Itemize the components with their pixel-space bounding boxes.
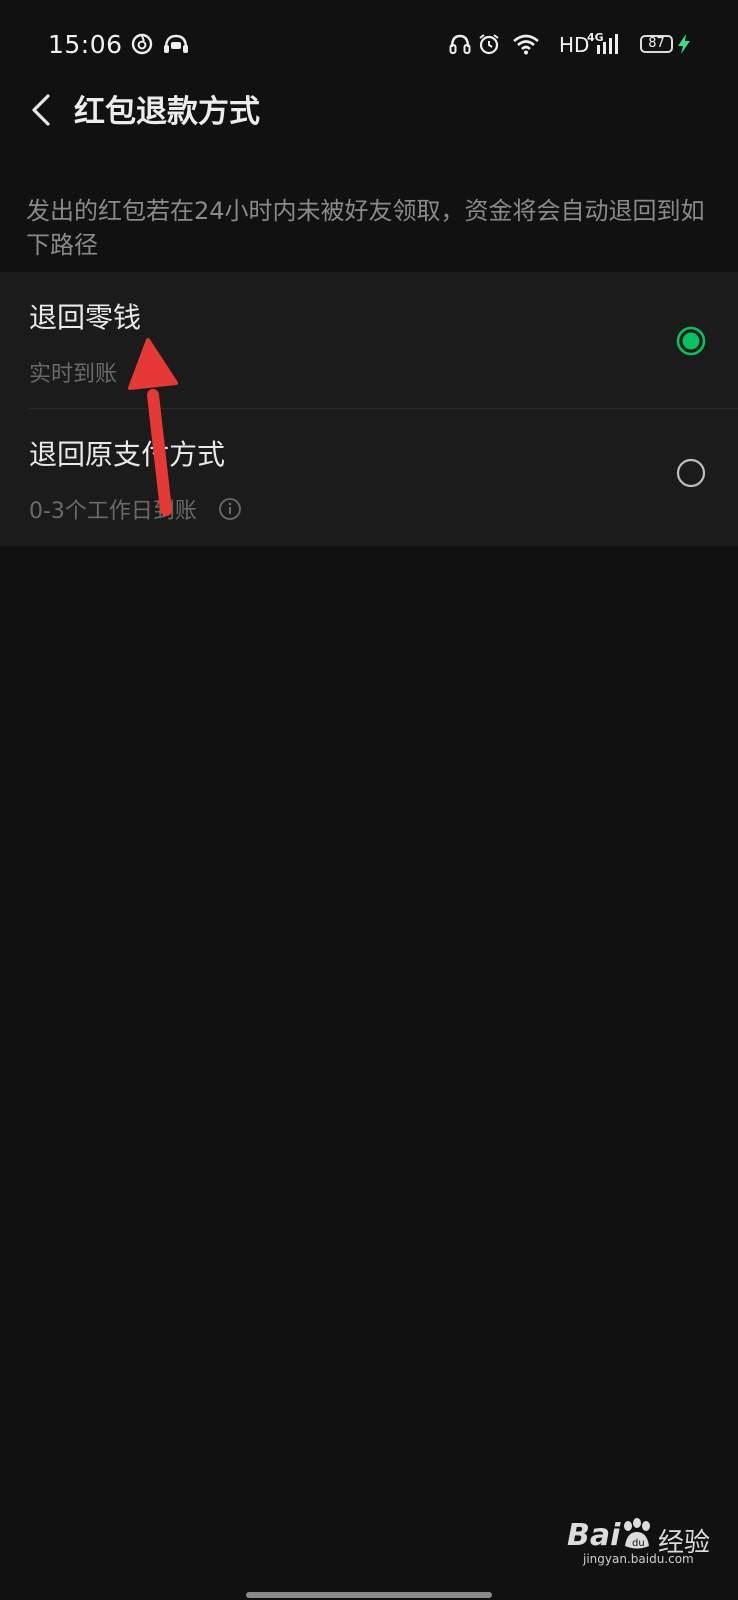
radio-selected-icon[interactable] (676, 326, 706, 356)
netease-music-icon (131, 33, 153, 55)
svg-text:du: du (632, 1538, 645, 1549)
battery-icon: 87 (640, 35, 673, 53)
option-return-to-balance[interactable]: 退回零钱 实时到账 (0, 272, 738, 409)
refund-options-list: 退回零钱 实时到账 退回原支付方式 0-3个工作日到账 (0, 272, 738, 546)
alarm-icon (479, 34, 499, 55)
option-title: 退回零钱 (29, 301, 142, 334)
headset-avatar-icon (164, 34, 188, 53)
battery-level: 87 (648, 36, 665, 51)
option-subtitle-row: 0-3个工作日到账 (29, 493, 242, 525)
option-subtitle: 实时到账 (29, 362, 118, 387)
status-time: 15:06 (48, 30, 123, 59)
option-subtitle: 0-3个工作日到账 (29, 499, 197, 524)
radio-unselected-icon[interactable] (676, 458, 706, 488)
home-indicator[interactable] (246, 1592, 492, 1598)
option-return-to-original-payment[interactable]: 退回原支付方式 0-3个工作日到账 (0, 409, 738, 546)
watermark-url: jingyan.baidu.com (583, 1552, 694, 1566)
wifi-icon (513, 34, 539, 55)
refund-notice: 发出的红包若在24小时内未被好友领取，资金将会自动退回到如下路径 (26, 197, 705, 259)
option-title: 退回原支付方式 (29, 438, 226, 471)
signal-icon (597, 34, 618, 54)
info-icon[interactable] (218, 497, 242, 521)
paw-icon: du (624, 1518, 650, 1549)
back-arrow-icon[interactable] (24, 92, 64, 132)
page-title: 红包退款方式 (74, 94, 260, 130)
charging-icon (678, 34, 690, 54)
baidu-jingyan-watermark: Bai du 经验 jingyan.baidu.com (565, 1518, 730, 1566)
network-label: HD (559, 33, 590, 57)
status-bar: 15:06 HD 4G 87 (0, 0, 738, 92)
headphone-icon (449, 34, 471, 54)
nav-bar: 红包退款方式 (0, 92, 738, 192)
watermark-logo-text: Bai (567, 1518, 621, 1553)
